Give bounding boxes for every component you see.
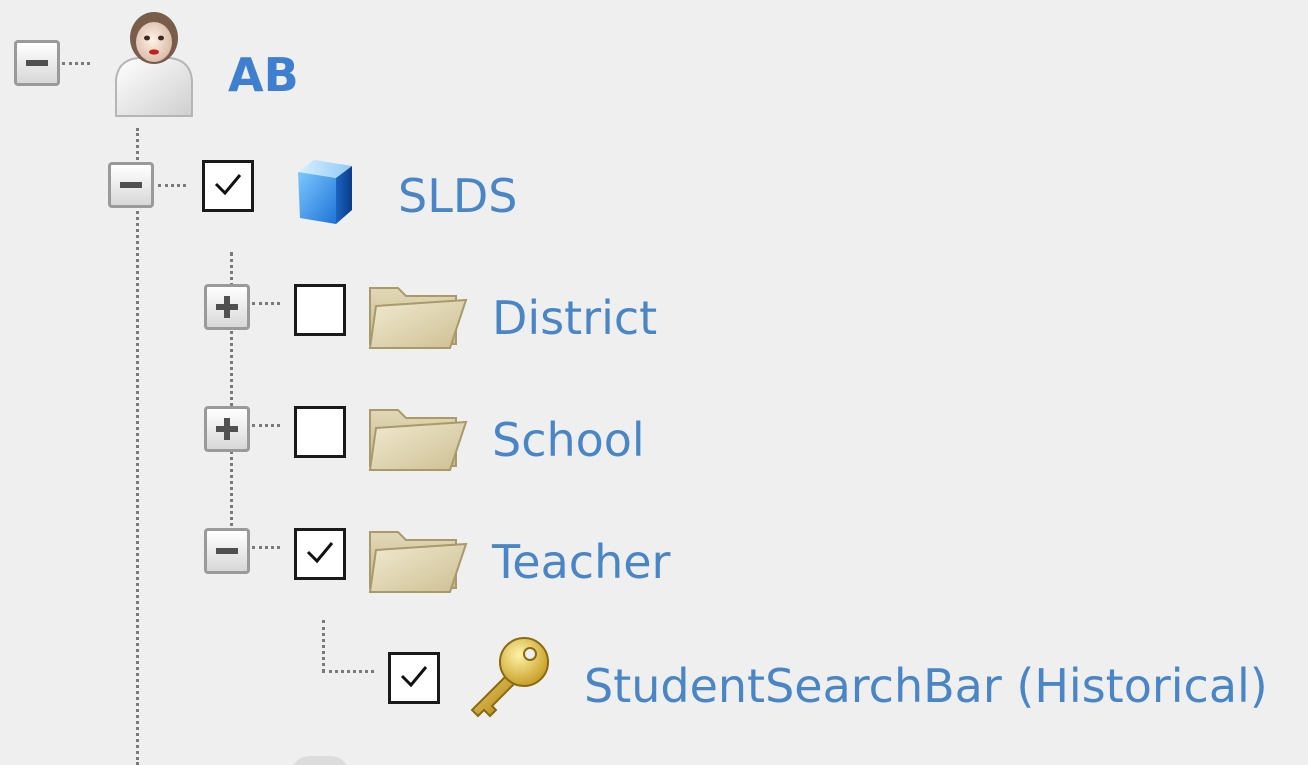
expand-button[interactable]	[204, 406, 250, 452]
folder-icon	[368, 409, 468, 471]
tree-node-district[interactable]: District	[200, 270, 680, 350]
tree-node-school[interactable]: School	[200, 392, 680, 472]
tree-node-label: SLDS	[398, 169, 518, 223]
collapse-button[interactable]	[108, 162, 154, 208]
tree-connector	[322, 670, 374, 673]
student-search-bar-checkbox[interactable]	[388, 652, 440, 704]
collapse-button[interactable]	[14, 40, 60, 86]
slds-checkbox[interactable]	[202, 160, 254, 212]
check-icon	[214, 174, 242, 196]
user-icon	[115, 12, 193, 117]
tree-node-student-search-bar[interactable]: StudentSearchBar (Historical)	[380, 628, 1308, 728]
district-checkbox[interactable]	[294, 284, 346, 336]
check-icon	[306, 542, 334, 564]
cube-icon	[298, 160, 352, 224]
teacher-checkbox[interactable]	[294, 528, 346, 580]
check-icon	[400, 666, 428, 688]
partial-icon	[290, 756, 350, 765]
tree-node-slds[interactable]: SLDS	[100, 150, 560, 230]
tree-node-label: School	[492, 413, 645, 467]
school-checkbox[interactable]	[294, 406, 346, 458]
tree-node-label: AB	[228, 48, 299, 102]
expand-button[interactable]	[204, 284, 250, 330]
tree-node-label: District	[492, 291, 658, 345]
tree-node-label: Teacher	[492, 535, 671, 589]
folder-icon	[368, 287, 468, 349]
collapse-button[interactable]	[204, 528, 250, 574]
tree-node-next-partial[interactable]	[280, 750, 360, 765]
key-icon	[470, 637, 549, 718]
tree-view: AB SLDS District School Teacher StudentS…	[0, 0, 1308, 765]
tree-node-ab[interactable]: AB	[0, 0, 400, 125]
folder-icon	[368, 531, 468, 593]
tree-node-teacher[interactable]: Teacher	[200, 514, 720, 594]
tree-connector	[322, 620, 325, 672]
tree-node-label: StudentSearchBar (Historical)	[584, 659, 1268, 713]
